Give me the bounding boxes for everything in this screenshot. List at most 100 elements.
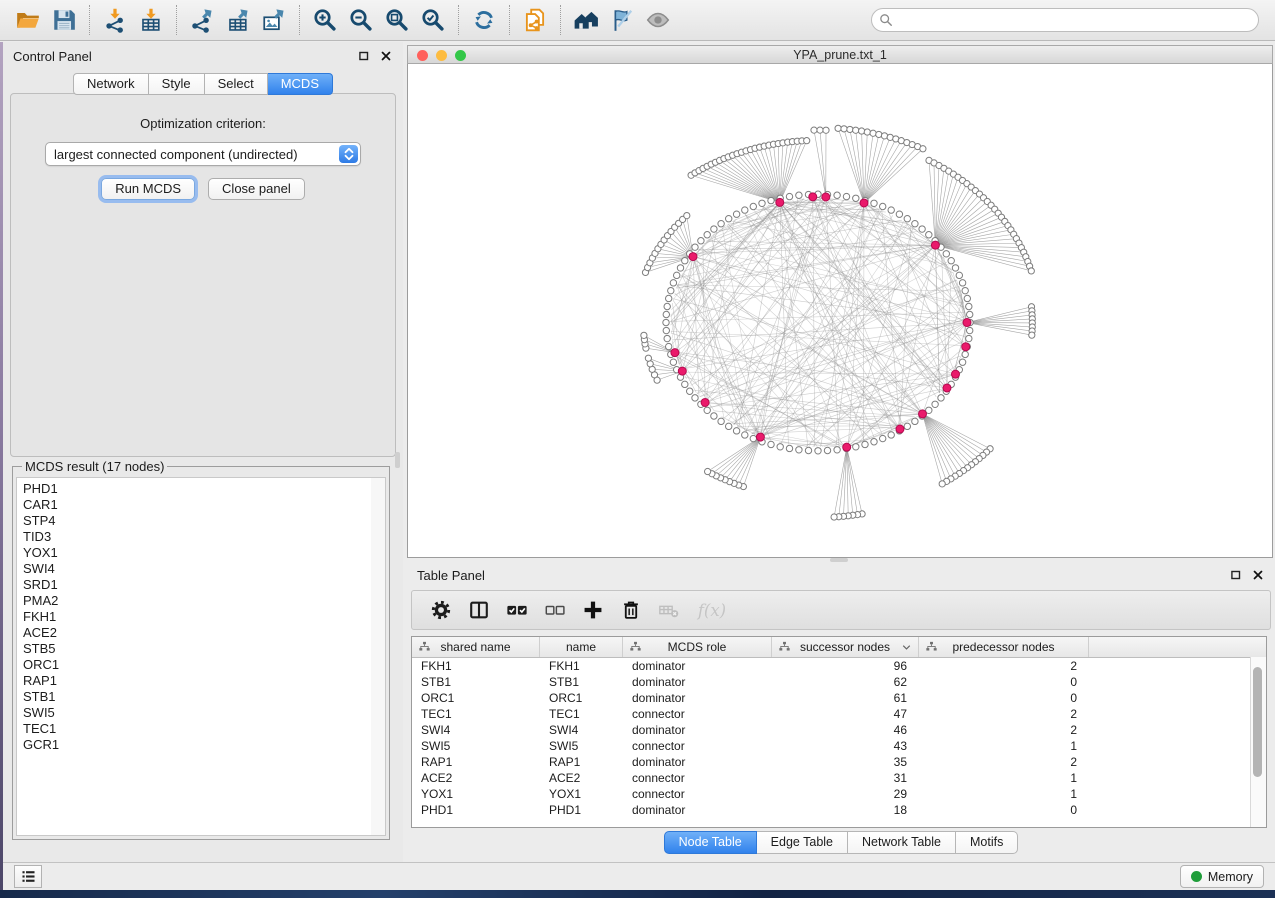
export-image-icon[interactable] (256, 3, 292, 37)
tab-style[interactable]: Style (149, 73, 205, 95)
result-item[interactable]: TID3 (23, 529, 371, 545)
delete-icon[interactable] (620, 598, 642, 622)
table-row[interactable]: SWI4SWI4dominator462 (412, 722, 1266, 738)
save-icon[interactable] (46, 3, 82, 37)
result-item[interactable]: SWI5 (23, 705, 371, 721)
result-item[interactable]: RAP1 (23, 673, 371, 689)
table-scrollbar[interactable] (1250, 657, 1266, 827)
select-all-icon[interactable] (506, 598, 528, 622)
table-cell: dominator (623, 802, 772, 818)
column-header-MCDS-role[interactable]: MCDS role (623, 637, 772, 657)
zoom-selected-icon[interactable] (415, 3, 451, 37)
table-cell: dominator (623, 754, 772, 770)
tab-select[interactable]: Select (205, 73, 268, 95)
home-icon[interactable] (568, 3, 604, 37)
refresh-icon[interactable] (466, 3, 502, 37)
result-item[interactable]: STB1 (23, 689, 371, 705)
tab-node-table[interactable]: Node Table (664, 831, 757, 854)
export-table-icon[interactable] (220, 3, 256, 37)
table-cell: connector (623, 786, 772, 802)
column-header-shared-name[interactable]: shared name (412, 637, 540, 657)
result-item[interactable]: SWI4 (23, 561, 371, 577)
mcds-result-scrollbar[interactable] (371, 477, 386, 836)
table-cell: 18 (772, 802, 919, 818)
network-canvas[interactable] (407, 64, 1273, 558)
network-view-title: YPA_prune.txt_1 (408, 46, 1272, 65)
table-row[interactable]: STB1STB1dominator620 (412, 674, 1266, 690)
result-item[interactable]: TEC1 (23, 721, 371, 737)
open-folder-icon[interactable] (10, 3, 46, 37)
search-field[interactable] (871, 8, 1259, 32)
table-cell: ACE2 (540, 770, 623, 786)
vertical-splitter-handle[interactable] (395, 452, 400, 468)
application-window: Control Panel NetworkStyleSelectMCDS Opt… (0, 0, 1275, 898)
zoom-in-icon[interactable] (307, 3, 343, 37)
tab-motifs[interactable]: Motifs (956, 831, 1018, 854)
optimization-criterion-select[interactable]: largest connected component (undirected) (45, 142, 361, 166)
table-cell: PHD1 (540, 802, 623, 818)
result-item[interactable]: YOX1 (23, 545, 371, 561)
table-row[interactable]: RAP1RAP1dominator352 (412, 754, 1266, 770)
column-header-predecessor-nodes[interactable]: predecessor nodes (919, 637, 1089, 657)
table-scrollbar-thumb[interactable] (1253, 667, 1262, 777)
horizontal-splitter-handle[interactable] (830, 558, 848, 562)
table-cell: connector (623, 706, 772, 722)
table-cell: SWI4 (540, 722, 623, 738)
float-table-panel-icon[interactable] (1229, 568, 1243, 582)
result-item[interactable]: ACE2 (23, 625, 371, 641)
annotation-icon[interactable] (604, 3, 640, 37)
result-item[interactable]: PHD1 (23, 481, 371, 497)
add-column-icon[interactable] (582, 598, 604, 622)
mcds-result-box: MCDS result (17 nodes) PHD1CAR1STP4TID3Y… (12, 466, 390, 840)
table-body: FKH1FKH1dominator962STB1STB1dominator620… (412, 658, 1266, 818)
result-item[interactable]: SRD1 (23, 577, 371, 593)
result-item[interactable]: CAR1 (23, 497, 371, 513)
zoom-out-icon[interactable] (343, 3, 379, 37)
run-mcds-button[interactable]: Run MCDS (101, 178, 195, 200)
close-table-panel-icon[interactable] (1251, 568, 1265, 582)
main-toolbar (0, 0, 1275, 41)
network-view-titlebar[interactable]: YPA_prune.txt_1 (407, 45, 1273, 64)
table-row[interactable]: ACE2ACE2connector311 (412, 770, 1266, 786)
result-item[interactable]: GCR1 (23, 737, 371, 753)
import-network-icon[interactable] (97, 3, 133, 37)
deselect-all-icon[interactable] (544, 598, 566, 622)
table-cell: 2 (919, 754, 1089, 770)
table-row[interactable]: TEC1TEC1connector472 (412, 706, 1266, 722)
result-item[interactable]: PMA2 (23, 593, 371, 609)
result-item[interactable]: ORC1 (23, 657, 371, 673)
column-header-successor-nodes[interactable]: successor nodes (772, 637, 919, 657)
columns-icon[interactable] (468, 598, 490, 622)
tab-network-table[interactable]: Network Table (848, 831, 956, 854)
table-row[interactable]: SWI5SWI5connector431 (412, 738, 1266, 754)
close-panel-button[interactable]: Close panel (208, 178, 305, 200)
table-row[interactable]: PHD1PHD1dominator180 (412, 802, 1266, 818)
desktop-edge-bottom (0, 890, 1275, 898)
svg-text:f(x): f(x) (696, 601, 726, 620)
tab-mcds[interactable]: MCDS (268, 73, 333, 95)
share-document-icon[interactable] (517, 3, 553, 37)
tab-network[interactable]: Network (73, 73, 149, 95)
close-panel-icon[interactable] (379, 49, 393, 63)
float-panel-icon[interactable] (357, 49, 371, 63)
table-row[interactable]: FKH1FKH1dominator962 (412, 658, 1266, 674)
tab-edge-table[interactable]: Edge Table (757, 831, 848, 854)
result-item[interactable]: STB5 (23, 641, 371, 657)
gear-icon[interactable] (430, 598, 452, 622)
column-header-name[interactable]: name (540, 637, 623, 657)
status-bar: Memory (3, 862, 1275, 890)
table-row[interactable]: YOX1YOX1connector291 (412, 786, 1266, 802)
search-input[interactable] (898, 12, 1251, 28)
result-item[interactable]: FKH1 (23, 609, 371, 625)
import-table-icon[interactable] (133, 3, 169, 37)
show-panels-button[interactable] (14, 865, 42, 888)
table-row[interactable]: ORC1ORC1dominator610 (412, 690, 1266, 706)
zoom-fit-icon[interactable] (379, 3, 415, 37)
memory-button[interactable]: Memory (1180, 865, 1264, 888)
table-cell: dominator (623, 658, 772, 674)
delete-table-icon (658, 598, 680, 622)
result-item[interactable]: STP4 (23, 513, 371, 529)
toolbar-separator (509, 5, 510, 35)
eye-icon[interactable] (640, 3, 676, 37)
export-network-icon[interactable] (184, 3, 220, 37)
